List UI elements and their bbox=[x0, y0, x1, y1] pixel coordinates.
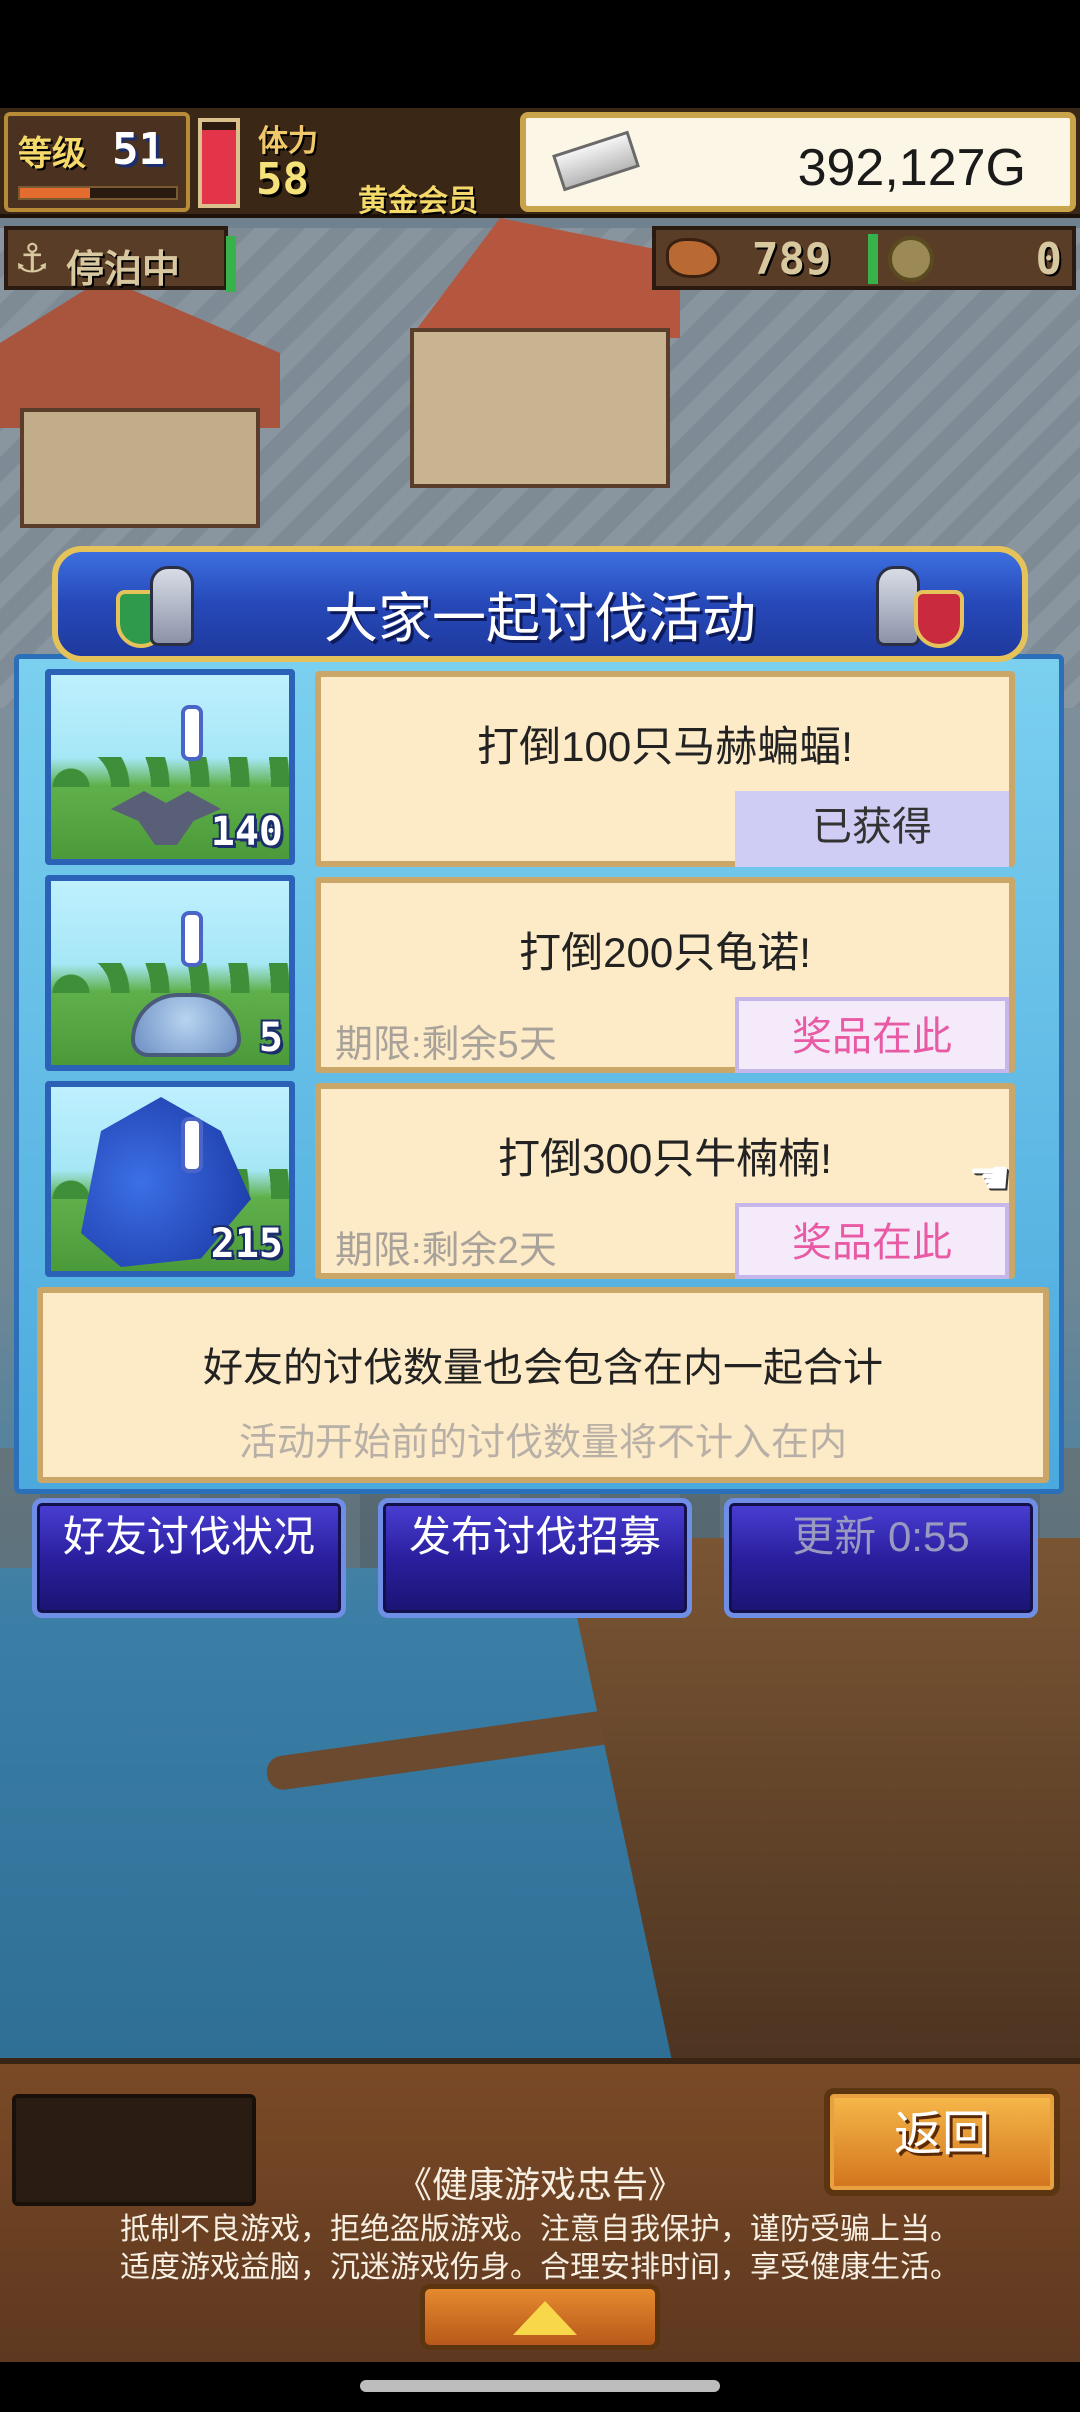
friends-status-button[interactable]: 好友讨伐状况 bbox=[32, 1498, 346, 1618]
monster-thumbnail: 140 bbox=[45, 669, 295, 865]
turtle-monster-icon bbox=[131, 993, 241, 1057]
food-icon bbox=[666, 238, 720, 278]
event-panel-header: 大家一起讨伐活动 bbox=[52, 546, 1028, 662]
info-line-1: 好友的讨伐数量也会包含在内一起合计 bbox=[203, 1346, 883, 1390]
medal-coin-icon bbox=[888, 236, 934, 282]
info-line-2: 活动开始前的讨伐数量将不计入在内 bbox=[238, 1422, 847, 1464]
medal-coin-count: 0 bbox=[1035, 234, 1063, 285]
exclamation-icon bbox=[181, 1117, 203, 1173]
gold-display[interactable]: 392,127G bbox=[520, 112, 1076, 212]
monster-thumbnail: 5 bbox=[45, 875, 295, 1071]
level-value: 51 bbox=[112, 124, 165, 175]
expand-menu-button[interactable] bbox=[420, 2284, 660, 2350]
exp-bar bbox=[18, 186, 178, 200]
dock-status-badge[interactable]: ⚓ 停泊中 bbox=[4, 226, 236, 292]
event-item: 215 打倒300只牛楠楠! 期限:剩余2天 奖品在此 bbox=[39, 1081, 1023, 1281]
monster-thumbnail: 215 bbox=[45, 1081, 295, 1277]
system-status-bar bbox=[0, 0, 1080, 108]
event-item-title: 打倒200只龟诺! bbox=[519, 929, 811, 976]
event-item: 5 打倒200只龟诺! 期限:剩余5天 奖品在此 bbox=[39, 875, 1023, 1075]
resource-row: ⚓ 停泊中 789 0 bbox=[0, 222, 1080, 292]
kill-count: 140 bbox=[210, 809, 283, 855]
event-item-title: 打倒300只牛楠楠! bbox=[498, 1135, 832, 1182]
stamina-display: 体力 58 黄金会员 bbox=[250, 112, 520, 219]
stamina-value: 58 bbox=[256, 154, 309, 205]
prize-button[interactable]: 奖品在此 bbox=[735, 1203, 1009, 1279]
up-arrow-icon bbox=[513, 2301, 577, 2335]
health-notice-title: 《健康游戏忠告》 bbox=[395, 2164, 684, 2205]
exclamation-icon bbox=[181, 705, 203, 761]
exp-bar-fill bbox=[20, 188, 91, 198]
health-notice-line-2: 适度游戏益脑，沉迷游戏伤身。合理安排时间，享受健康生活。 bbox=[120, 2251, 960, 2284]
stamina-gauge-fill bbox=[202, 130, 236, 204]
food-count: 789 bbox=[752, 234, 832, 285]
level-label: 等级 bbox=[18, 134, 86, 174]
anchor-icon: ⚓ bbox=[14, 236, 50, 282]
knight-right-icon bbox=[876, 560, 964, 656]
pointer-hand-icon: ☚ bbox=[968, 1150, 1012, 1206]
stamina-gauge bbox=[198, 118, 240, 208]
exclamation-icon bbox=[181, 911, 203, 967]
event-list[interactable]: 140 打倒100只马赫蝙蝠! 已获得 5 打倒200只龟诺! 期限:剩余5天 … bbox=[39, 669, 1045, 1283]
silver-bar-icon bbox=[552, 130, 640, 192]
membership-badge: 黄金会员 bbox=[358, 184, 478, 219]
home-indicator[interactable] bbox=[360, 2380, 720, 2392]
post-recruit-button[interactable]: 发布讨伐招募 bbox=[378, 1498, 692, 1618]
event-deadline: 期限:剩余2天 bbox=[335, 1230, 557, 1272]
bat-monster-icon bbox=[111, 791, 221, 845]
event-panel: 140 打倒100只马赫蝙蝠! 已获得 5 打倒200只龟诺! 期限:剩余5天 … bbox=[14, 654, 1064, 1494]
claimed-button[interactable]: 已获得 bbox=[735, 791, 1009, 867]
bottom-bar: 返回 《健康游戏忠告》 抵制不良游戏，拒绝盗版游戏。注意自我保护，谨防受骗上当。… bbox=[0, 2058, 1080, 2362]
event-card: 打倒100只马赫蝙蝠! 已获得 bbox=[315, 671, 1015, 867]
prize-button[interactable]: 奖品在此 bbox=[735, 997, 1009, 1073]
refresh-button[interactable]: 更新 0:55 bbox=[724, 1498, 1038, 1618]
info-box: 好友的讨伐数量也会包含在内一起合计 活动开始前的讨伐数量将不计入在内 bbox=[37, 1287, 1049, 1483]
kill-count: 5 bbox=[258, 1015, 283, 1061]
level-display: 等级 51 bbox=[4, 112, 190, 212]
event-item: 140 打倒100只马赫蝙蝠! 已获得 bbox=[39, 669, 1023, 869]
house-left bbox=[0, 278, 280, 528]
status-indicator bbox=[226, 236, 236, 292]
event-item-title: 打倒100只马赫蝙蝠! bbox=[477, 723, 853, 770]
event-deadline: 期限:剩余5天 bbox=[335, 1024, 557, 1066]
gold-amount: 392,127G bbox=[797, 139, 1026, 197]
top-hud: 等级 51 体力 58 黄金会员 392,127G bbox=[0, 108, 1080, 219]
kill-count: 215 bbox=[210, 1221, 283, 1267]
dock-status-text: 停泊中 bbox=[66, 247, 181, 291]
resource-bar[interactable]: 789 0 bbox=[652, 226, 1076, 290]
event-card: 打倒200只龟诺! 期限:剩余5天 奖品在此 bbox=[315, 877, 1015, 1073]
resource-separator bbox=[868, 234, 878, 284]
event-card: 打倒300只牛楠楠! 期限:剩余2天 奖品在此 bbox=[315, 1083, 1015, 1279]
system-nav-bar bbox=[0, 2362, 1080, 2412]
